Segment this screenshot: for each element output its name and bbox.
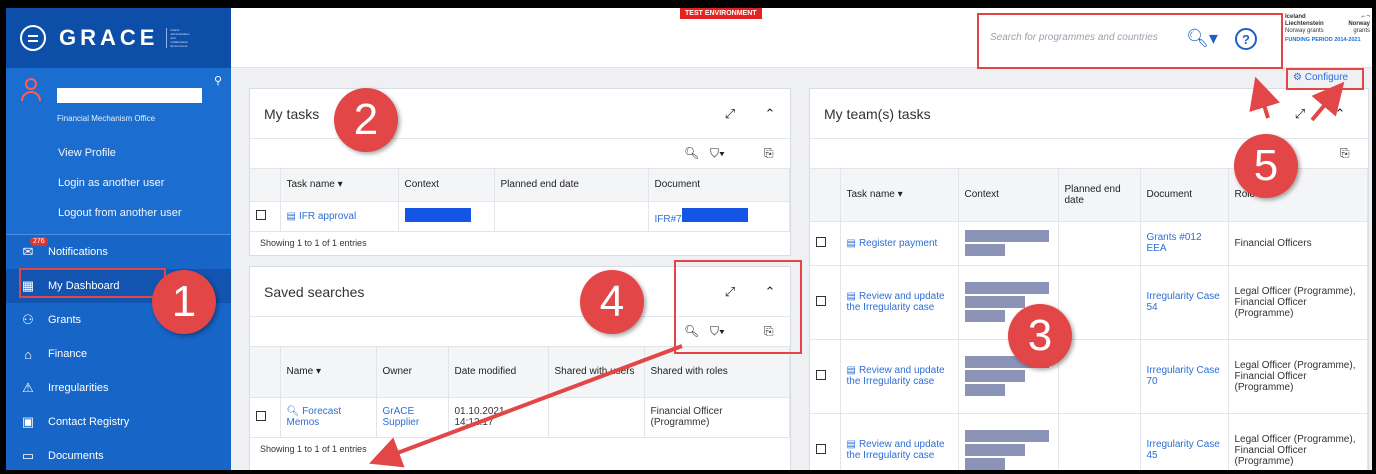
app-window: GRACE Grants Administration and Collabor… [6, 8, 1372, 470]
annotation-number-4: 4 [580, 270, 644, 334]
annotation-number-3: 3 [1008, 304, 1072, 368]
annotation-number-1: 1 [152, 270, 216, 334]
annotation-number-2: 2 [334, 88, 398, 152]
annotation-arrows [369, 76, 1345, 468]
arrow-to-search [1249, 76, 1280, 119]
arrow-to-configure [1310, 81, 1345, 122]
arrow-to-footer [369, 344, 683, 468]
annotation-number-5: 5 [1234, 134, 1298, 198]
